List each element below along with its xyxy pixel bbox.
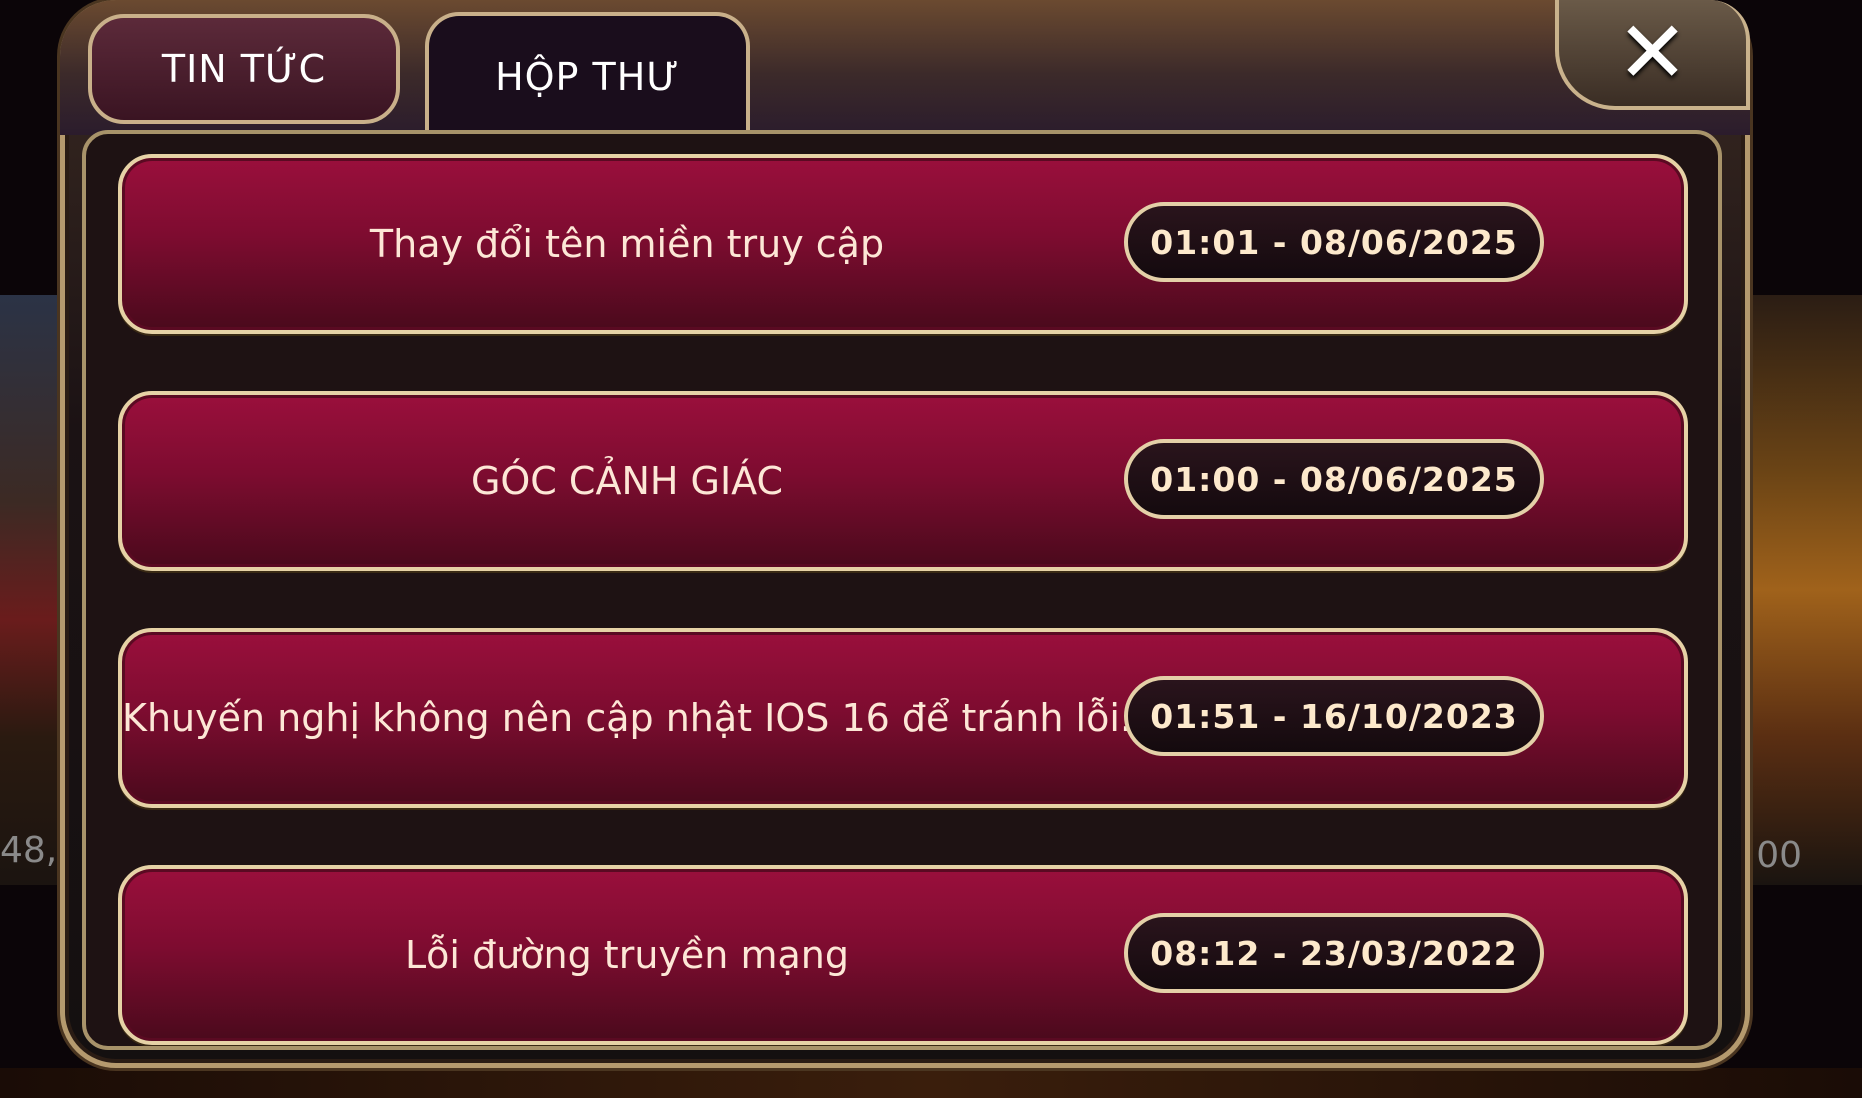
message-title: Khuyến nghị không nên cập nhật IOS 16 để… [122, 696, 1132, 740]
message-title: GÓC CẢNH GIÁC [470, 459, 784, 503]
tab-inbox-label: HỘP THƯ [495, 55, 680, 99]
message-time-badge: 01:01 - 08/06/2025 [1124, 202, 1544, 282]
tab-inbox[interactable]: HỘP THƯ [425, 12, 750, 138]
message-time-badge: 08:12 - 23/03/2022 [1124, 913, 1544, 993]
tab-news[interactable]: TIN TỨC [88, 14, 400, 124]
message-time-badge: 01:00 - 08/06/2025 [1124, 439, 1544, 519]
background-left-amount: 48, [0, 830, 58, 871]
background-bottom-strip [0, 1068, 1862, 1098]
message-row[interactable]: Thay đổi tên miền truy cập 01:01 - 08/06… [118, 154, 1688, 334]
close-icon: ✕ [1616, 3, 1689, 103]
background-right-amount: 00 [1756, 835, 1802, 876]
message-title: Thay đổi tên miền truy cập [369, 222, 885, 266]
tab-news-label: TIN TỨC [161, 47, 327, 91]
message-title: Lỗi đường truyền mạng [405, 933, 849, 977]
background-game-art-right [1742, 295, 1862, 885]
message-list: Thay đổi tên miền truy cập 01:01 - 08/06… [82, 130, 1722, 1050]
close-button[interactable]: ✕ [1555, 0, 1750, 110]
message-row[interactable]: Lỗi đường truyền mạng 08:12 - 23/03/2022 [118, 865, 1688, 1045]
message-row[interactable]: GÓC CẢNH GIÁC 01:00 - 08/06/2025 [118, 391, 1688, 571]
message-time-badge: 01:51 - 16/10/2023 [1124, 676, 1544, 756]
message-row[interactable]: Khuyến nghị không nên cập nhật IOS 16 để… [118, 628, 1688, 808]
